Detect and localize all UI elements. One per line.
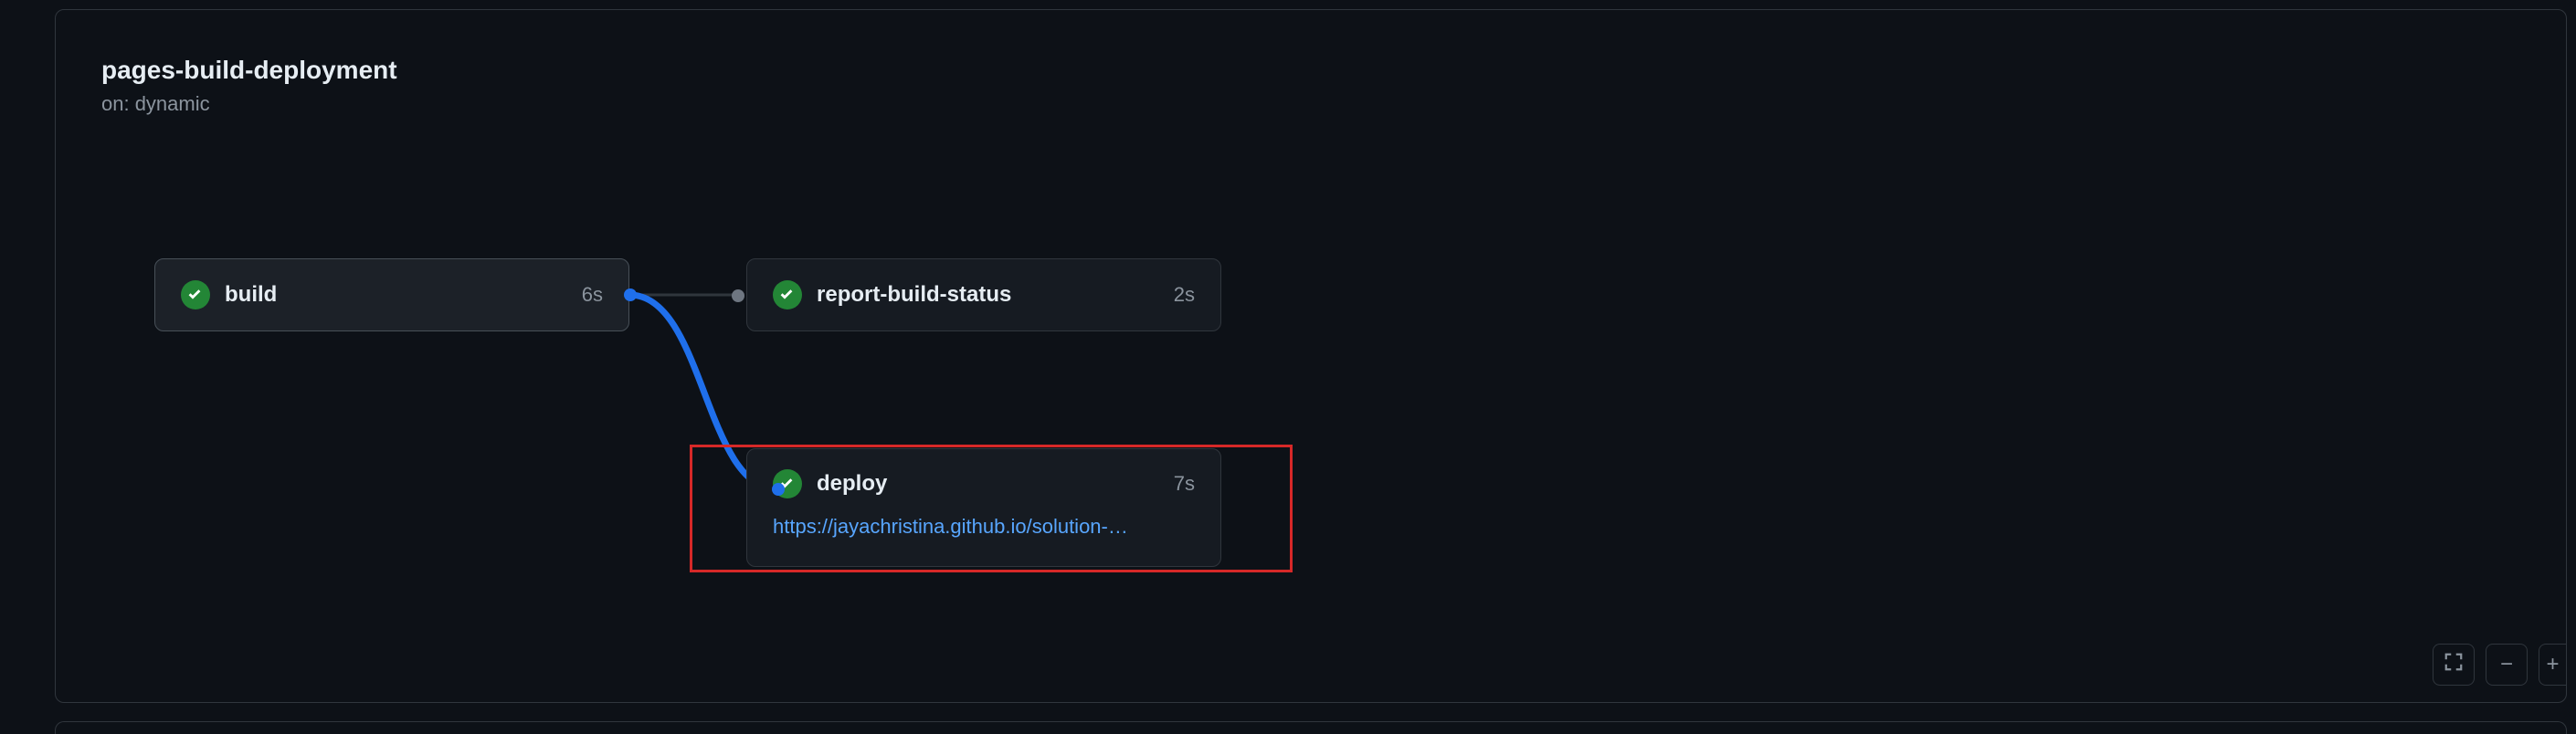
job-duration: 7s — [1174, 472, 1195, 496]
job-node-build[interactable]: build 6s — [154, 258, 629, 331]
connector-dot — [624, 288, 637, 301]
job-name: report-build-status — [817, 282, 1174, 308]
graph-toolbar: − + — [2433, 644, 2550, 686]
check-circle-icon — [181, 280, 210, 309]
deploy-url-link[interactable]: https://jayachristina.github.io/solution… — [773, 515, 1195, 539]
job-node-report-build-status[interactable]: report-build-status 2s — [746, 258, 1221, 331]
job-duration: 2s — [1174, 283, 1195, 307]
job-name: build — [225, 282, 582, 308]
zoom-in-button[interactable]: + — [2539, 644, 2566, 686]
plus-icon: + — [2546, 652, 2559, 677]
connector-dot — [732, 289, 744, 302]
check-circle-icon — [773, 280, 802, 309]
minus-icon: − — [2500, 652, 2513, 677]
job-name: deploy — [817, 471, 1174, 497]
connector-dot — [772, 483, 785, 496]
connector-lines — [56, 10, 2566, 702]
zoom-out-button[interactable]: − — [2486, 644, 2528, 686]
job-duration: 6s — [582, 283, 603, 307]
workflow-header: pages-build-deployment on: dynamic — [101, 54, 397, 116]
workflow-title: pages-build-deployment — [101, 54, 397, 87]
fullscreen-icon — [2444, 652, 2464, 678]
fullscreen-button[interactable] — [2433, 644, 2475, 686]
workflow-graph-panel: pages-build-deployment on: dynamic build… — [55, 9, 2567, 703]
next-panel-top-edge — [55, 721, 2567, 734]
job-node-deploy[interactable]: deploy 7s https://jayachristina.github.i… — [746, 448, 1221, 567]
workflow-trigger: on: dynamic — [101, 92, 397, 116]
